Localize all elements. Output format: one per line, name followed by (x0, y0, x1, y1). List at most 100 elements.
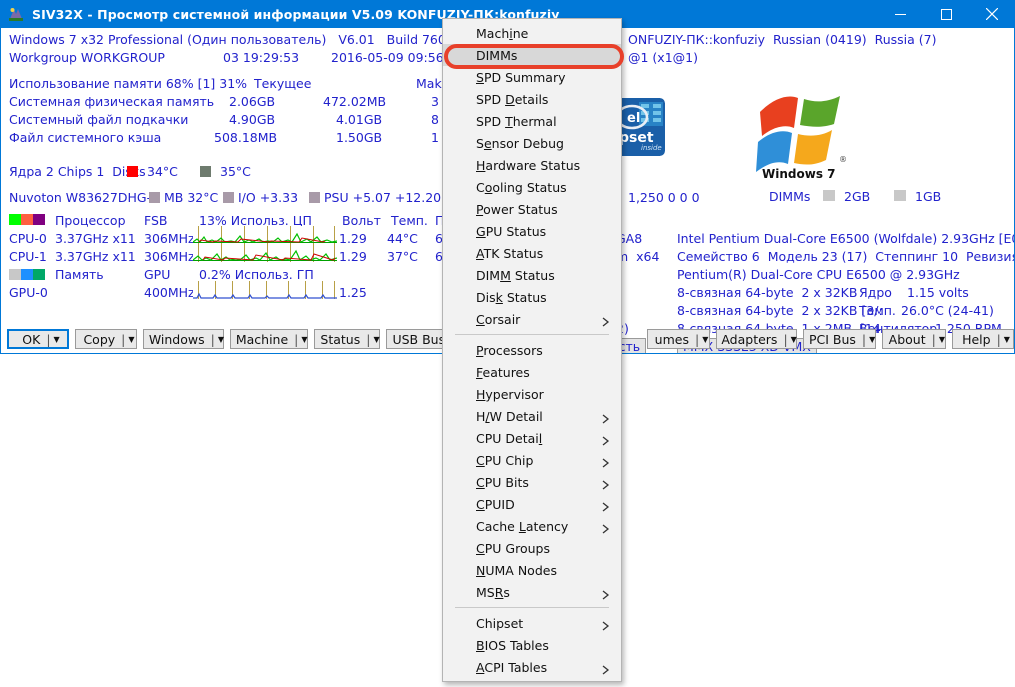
adapters-button[interactable]: Adapters | ▼ (716, 329, 797, 349)
menu-item-numa-nodes[interactable]: NUMA Nodes (443, 559, 621, 581)
windows-button[interactable]: Windows | ▼ (143, 329, 224, 349)
menu-item-cpu-detail[interactable]: CPU Detail (443, 427, 621, 449)
menu-item-cooling-status[interactable]: Cooling Status (443, 176, 621, 198)
menu-item-features[interactable]: Features (443, 361, 621, 383)
menu-item-cpu-chip[interactable]: CPU Chip (443, 449, 621, 471)
host-locale-line: ONFUZIY-ПК::konfuziy Russian (0419) Russ… (628, 32, 936, 47)
menu-item-sensor-debug[interactable]: Sensor Debug (443, 132, 621, 154)
menu-item-spd-thermal[interactable]: SPD Thermal (443, 110, 621, 132)
svg-text:el: el (627, 111, 640, 126)
cpu-row-id: CPU-1 (9, 249, 47, 264)
menu-item-bios-tables[interactable]: BIOS Tables (443, 634, 621, 656)
chevron-down-icon[interactable]: ▼ (373, 335, 379, 344)
chevron-down-icon[interactable]: ▼ (54, 335, 60, 344)
core-temp-label: Темп. (859, 303, 896, 318)
help-button-label: Help (956, 332, 997, 347)
cpu-row-volt: 1.29 (339, 249, 367, 264)
mem-row-label: Файл системного кэша (9, 130, 161, 145)
cpu-col-volt: Вольт (342, 213, 381, 228)
chevron-down-icon[interactable]: ▼ (702, 335, 708, 344)
menu-item-acpi-tables[interactable]: ACPI Tables (443, 656, 621, 678)
chevron-down-icon[interactable]: ▼ (218, 335, 224, 344)
gpu-usage-label: 0.2% Использ. ГП (199, 267, 314, 282)
volumes-button[interactable]: umes | ▼ (647, 329, 709, 349)
chevron-right-icon (602, 588, 610, 596)
menu-item-cpuid[interactable]: CPUID (443, 493, 621, 515)
chevron-right-icon (602, 315, 610, 323)
menu-item-label: CPUID (476, 497, 515, 512)
menu-item-label: CPU Detail (476, 431, 542, 446)
menu-item-chipset[interactable]: Chipset (443, 612, 621, 634)
close-icon[interactable] (969, 0, 1015, 28)
chevron-down-icon[interactable]: ▼ (869, 335, 875, 344)
os-line: Windows 7 x32 Professional (Один пользов… (9, 32, 512, 47)
menu-item-spd-details[interactable]: SPD Details (443, 88, 621, 110)
about-button-label: About (883, 332, 932, 347)
menu-item-hardware-status[interactable]: Hardware Status (443, 154, 621, 176)
menu-item-spd-summary[interactable]: SPD Summary (443, 66, 621, 88)
menu-item-gpu-status[interactable]: GPU Status (443, 220, 621, 242)
menu-item-h-w-detail[interactable]: H/W Detail (443, 405, 621, 427)
chevron-down-icon[interactable]: ▼ (1004, 335, 1010, 344)
machine-button[interactable]: Machine | ▼ (230, 329, 308, 349)
chevron-down-icon[interactable]: ▼ (301, 335, 307, 344)
menu-item-label: Cooling Status (476, 180, 567, 195)
menu-item-power-status[interactable]: Power Status (443, 198, 621, 220)
mem-row-free: 1.50GB (336, 130, 382, 145)
cpu-row-volt: 1.29 (339, 231, 367, 246)
menu-item-dimm-status[interactable]: DIMM Status (443, 264, 621, 286)
minimize-icon[interactable] (877, 0, 923, 28)
cpu-row-fsb: 306MHz (144, 249, 195, 264)
chevron-down-icon[interactable]: ▼ (939, 335, 945, 344)
chevron-down-icon[interactable]: ▼ (791, 335, 797, 344)
mem-row-free: 4.01GB (336, 112, 382, 127)
core-volt-value: 1.15 volts (907, 285, 969, 300)
menu-item-cpu-bits[interactable]: CPU Bits (443, 471, 621, 493)
cpu0-usage-graph (193, 226, 337, 244)
chevron-right-icon (602, 500, 610, 508)
dimms-strip-label: DIMMs (769, 189, 810, 204)
chevron-down-icon[interactable]: ▼ (128, 335, 134, 344)
pci-bus-button[interactable]: PCI Bus | ▼ (803, 329, 876, 349)
menu-item-corsair[interactable]: Corsair (443, 308, 621, 330)
menu-item-dimms[interactable]: DIMMs (443, 44, 621, 66)
cpu-row-temp: 44°C (387, 231, 418, 246)
menu-item-label: Features (476, 365, 530, 380)
menu-item-cache-latency[interactable]: Cache Latency (443, 515, 621, 537)
mem-row-current: 2.06GB (229, 94, 275, 109)
menu-item-label: SPD Summary (476, 70, 565, 85)
menu-item-atk-status[interactable]: ATK Status (443, 242, 621, 264)
chevron-right-icon (602, 456, 610, 464)
menu-item-cpu-groups[interactable]: CPU Groups (443, 537, 621, 559)
chevron-right-icon (602, 522, 610, 530)
copy-button[interactable]: Copy | ▼ (75, 329, 137, 349)
menu-item-hypervisor[interactable]: Hypervisor (443, 383, 621, 405)
split-separator: | (932, 332, 939, 347)
maximize-icon[interactable] (923, 0, 969, 28)
memory-col-max: Mak (416, 76, 442, 91)
mem-row-label: Системная физическая память (9, 94, 214, 109)
gpu-col-header: GPU (144, 267, 170, 282)
menu-item-label: Power Status (476, 202, 558, 217)
menu-item-processors[interactable]: Processors (443, 339, 621, 361)
menu-item-label: Machine (476, 26, 528, 41)
psu-volt-swatch (309, 192, 320, 203)
status-button[interactable]: Status | ▼ (314, 329, 381, 349)
menu-item-disk-status[interactable]: Disk Status (443, 286, 621, 308)
fan-values: 1,250 0 0 0 (628, 190, 700, 205)
split-separator: | (121, 332, 128, 347)
ok-button[interactable]: OK | ▼ (7, 329, 69, 349)
menu-item-msrs[interactable]: MSRs (443, 581, 621, 603)
help-button[interactable]: Help | ▼ (952, 329, 1014, 349)
cpu-detail-line: Семейство 6 Модель 23 (17) Степпинг 10 Р… (677, 249, 1015, 264)
dimm-slot-swatch-2 (894, 190, 906, 201)
context-menu[interactable]: Machine DIMMs SPD Summary SPD DetailsSPD Th… (442, 18, 622, 682)
disk-temp-swatch-2 (200, 166, 211, 177)
menu-item-machine[interactable]: Machine (443, 22, 621, 44)
mem-row-max: 8 (431, 112, 439, 127)
about-button[interactable]: About | ▼ (882, 329, 946, 349)
svg-text:inside: inside (641, 144, 662, 152)
cpu1-usage-graph (193, 244, 337, 262)
menu-item-label: MSRs (476, 585, 510, 600)
menu-item-label: Disk Status (476, 290, 547, 305)
